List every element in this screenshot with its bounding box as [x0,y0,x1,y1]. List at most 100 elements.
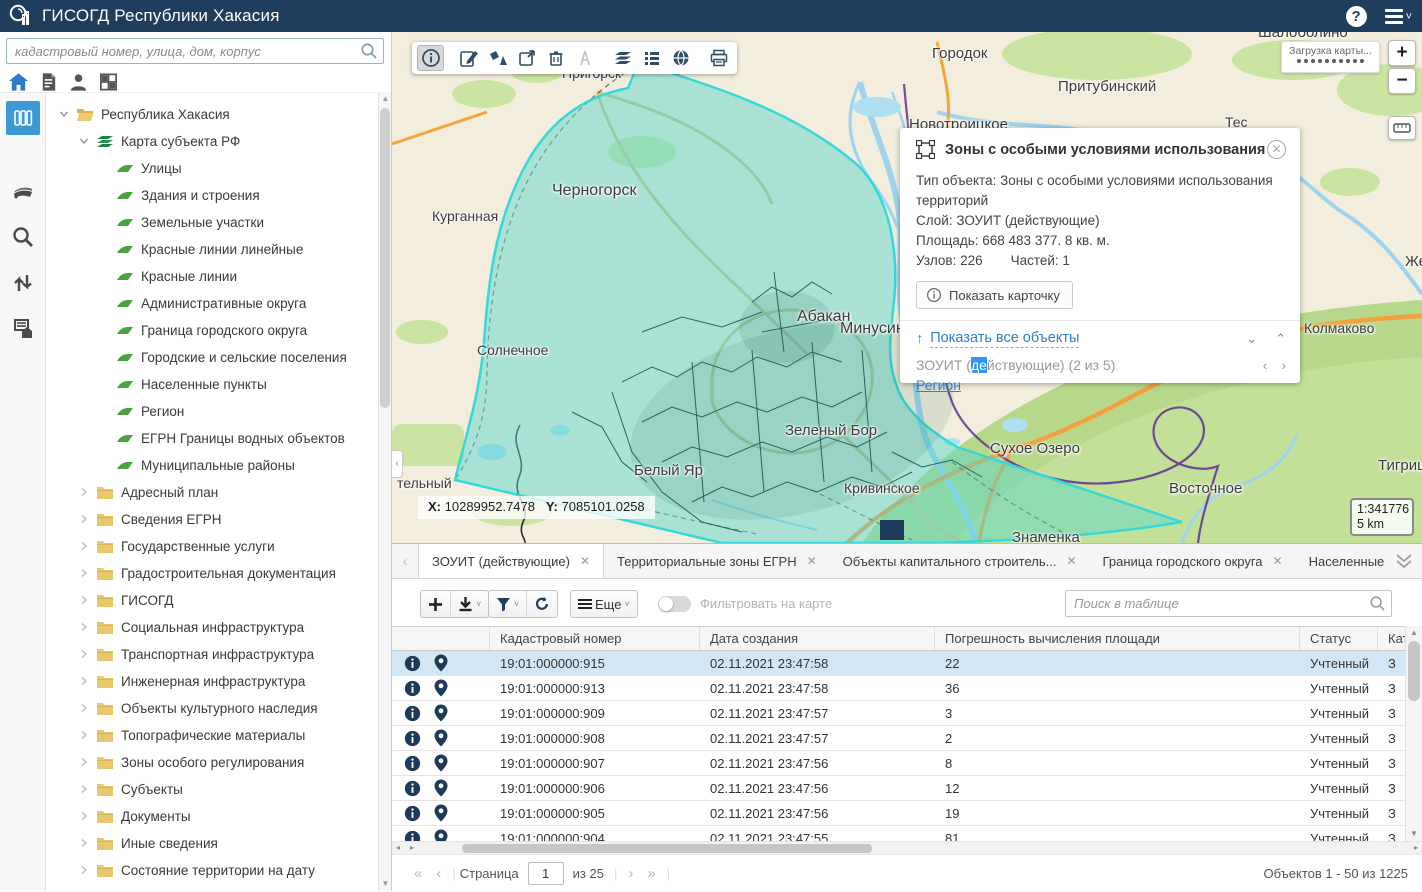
map-pin-icon[interactable] [434,729,448,747]
document-icon[interactable] [38,71,59,93]
tree-item[interactable]: Градостроительная документация [46,560,378,587]
tree-item[interactable]: ГИСОГД [46,587,378,614]
scroll-right-icon[interactable]: ▸ [1414,842,1418,854]
tree-item[interactable]: Регион [46,398,378,425]
tree-item[interactable]: ЕГРН Границы водных объектов [46,425,378,452]
tab-scroll-left-icon[interactable]: ‹ [392,544,418,578]
close-tab-icon[interactable]: ✕ [1066,554,1076,568]
chevron-right-icon[interactable] [78,783,92,797]
tree-item[interactable]: Административные округа [46,290,378,317]
col-area-error[interactable]: Погрешность вычисления площади [935,627,1300,650]
close-tab-icon[interactable]: ✕ [807,554,817,568]
info-circle-icon[interactable] [404,655,421,672]
globe-icon[interactable] [667,45,694,71]
chevron-down-icon[interactable] [58,108,72,122]
tree-item[interactable]: Иные сведения [46,830,378,857]
refresh-icon[interactable] [526,591,557,617]
print-icon[interactable] [705,45,732,71]
chevron-right-icon[interactable] [78,837,92,851]
tab-item[interactable]: Граница городского округа✕ [1090,544,1296,578]
tree-item[interactable]: Субъекты [46,776,378,803]
map-pin-icon[interactable] [434,829,448,841]
ruler-icon[interactable] [1388,116,1416,140]
help-icon[interactable]: ? [1346,6,1367,27]
tree-item[interactable]: Здания и строения [46,182,378,209]
col-created-date[interactable]: Дата создания [700,627,935,650]
tree-item[interactable]: Улицы [46,155,378,182]
tree-item[interactable]: Объекты культурного наследия [46,695,378,722]
info-circle-icon[interactable] [404,755,421,772]
sidebar-collapse-icon[interactable]: ‹ [392,450,403,478]
chevron-right-icon[interactable] [78,675,92,689]
tree-item[interactable]: Населенные пункты [46,371,378,398]
table-row[interactable]: 19:01:000000:90502.11.2021 23:47:5619Учт… [392,801,1405,826]
table-row[interactable]: 19:01:000000:91302.11.2021 23:47:5836Учт… [392,676,1405,701]
col-category[interactable]: Кате [1378,627,1405,650]
sort-arrows-icon[interactable] [11,271,35,295]
info-circle-icon[interactable] [404,705,421,722]
legend-icon[interactable] [638,45,665,71]
region-link[interactable]: Регион [916,377,961,393]
tree-item[interactable]: Республика Хакасия [46,101,378,128]
registry-doc-icon[interactable] [11,317,35,341]
chevron-down-icon[interactable] [78,135,92,149]
tree-item[interactable]: Красные линии линейные [46,236,378,263]
scroll-right-icon[interactable]: ▸ [410,842,414,854]
book-icon[interactable] [11,179,35,203]
tab-item[interactable]: Объекты капитального строитель...✕ [830,544,1090,578]
tree-item[interactable]: Документы [46,803,378,830]
zoom-out-button[interactable]: − [1388,68,1416,94]
scroll-up-icon[interactable]: ▲ [379,92,392,106]
filter-on-map-toggle[interactable] [658,596,691,612]
search-icon[interactable] [11,225,35,249]
page-number-input[interactable] [528,862,564,885]
more-menu-button[interactable]: Еще ˅ [571,591,637,617]
prev-object-icon[interactable]: ‹ [1263,357,1268,373]
chevron-right-icon[interactable] [78,648,92,662]
map-viewport[interactable]: + − Загрузка карты... X: 10289952.7478 Y… [392,32,1422,543]
map-pin-icon[interactable] [434,779,448,797]
tree-item[interactable]: Межведомственное взаимодействие [46,884,378,891]
chevron-up-icon[interactable]: ⌃ [1275,331,1286,347]
tree-item[interactable]: Карта субъекта РФ [46,128,378,155]
user-icon[interactable] [68,71,89,93]
chevron-right-icon[interactable] [78,864,92,878]
table-row[interactable]: 19:01:000000:90602.11.2021 23:47:5612Учт… [392,776,1405,801]
chevron-right-icon[interactable] [78,702,92,716]
chevron-right-icon[interactable] [78,540,92,554]
chevron-down-icon[interactable]: ⌄ [1246,331,1257,347]
info-circle-icon[interactable] [404,680,421,697]
menu-icon[interactable]: ˅ [1385,9,1412,24]
info-circle-icon[interactable] [404,830,421,842]
tree-item[interactable]: Зоны особого регулирования [46,749,378,776]
tree-item[interactable]: Топографические материалы [46,722,378,749]
scroll-down-icon[interactable]: ▼ [1406,827,1422,841]
layers-icon[interactable] [609,45,636,71]
tree-item[interactable]: Государственные услуги [46,533,378,560]
layers-panel-icon[interactable] [6,101,40,135]
zoom-in-button[interactable]: + [1388,40,1416,66]
scroll-down-icon[interactable]: ▼ [379,877,392,891]
close-icon[interactable]: ✕ [1267,140,1286,159]
home-icon[interactable] [8,71,29,93]
table-row[interactable]: 19:01:000000:90802.11.2021 23:47:572Учте… [392,726,1405,751]
tree-item[interactable]: Социальная инфраструктура [46,614,378,641]
col-status[interactable]: Статус [1300,627,1378,650]
info-circle-icon[interactable] [404,780,421,797]
chevron-right-icon[interactable] [78,810,92,824]
show-all-objects-link[interactable]: ↑Показать все объекты [916,330,1079,348]
tree-item[interactable]: Земельные участки [46,209,378,236]
select-features-icon[interactable] [484,45,511,71]
close-tab-icon[interactable]: ✕ [580,554,590,568]
show-card-button[interactable]: Показать карточку [916,281,1073,309]
close-tab-icon[interactable]: ✕ [1273,554,1283,568]
chevron-right-icon[interactable] [78,756,92,770]
tree-item[interactable]: Граница городского округа [46,317,378,344]
chevron-right-icon[interactable] [78,567,92,581]
table-search-input[interactable] [1065,590,1392,617]
next-page-icon[interactable]: › [628,865,633,882]
table-row[interactable]: 19:01:000000:90402.11.2021 23:47:5581Учт… [392,826,1405,841]
map-pin-icon[interactable] [434,704,448,722]
scrollbar-thumb[interactable] [380,108,390,408]
first-page-icon[interactable]: « [414,865,422,882]
